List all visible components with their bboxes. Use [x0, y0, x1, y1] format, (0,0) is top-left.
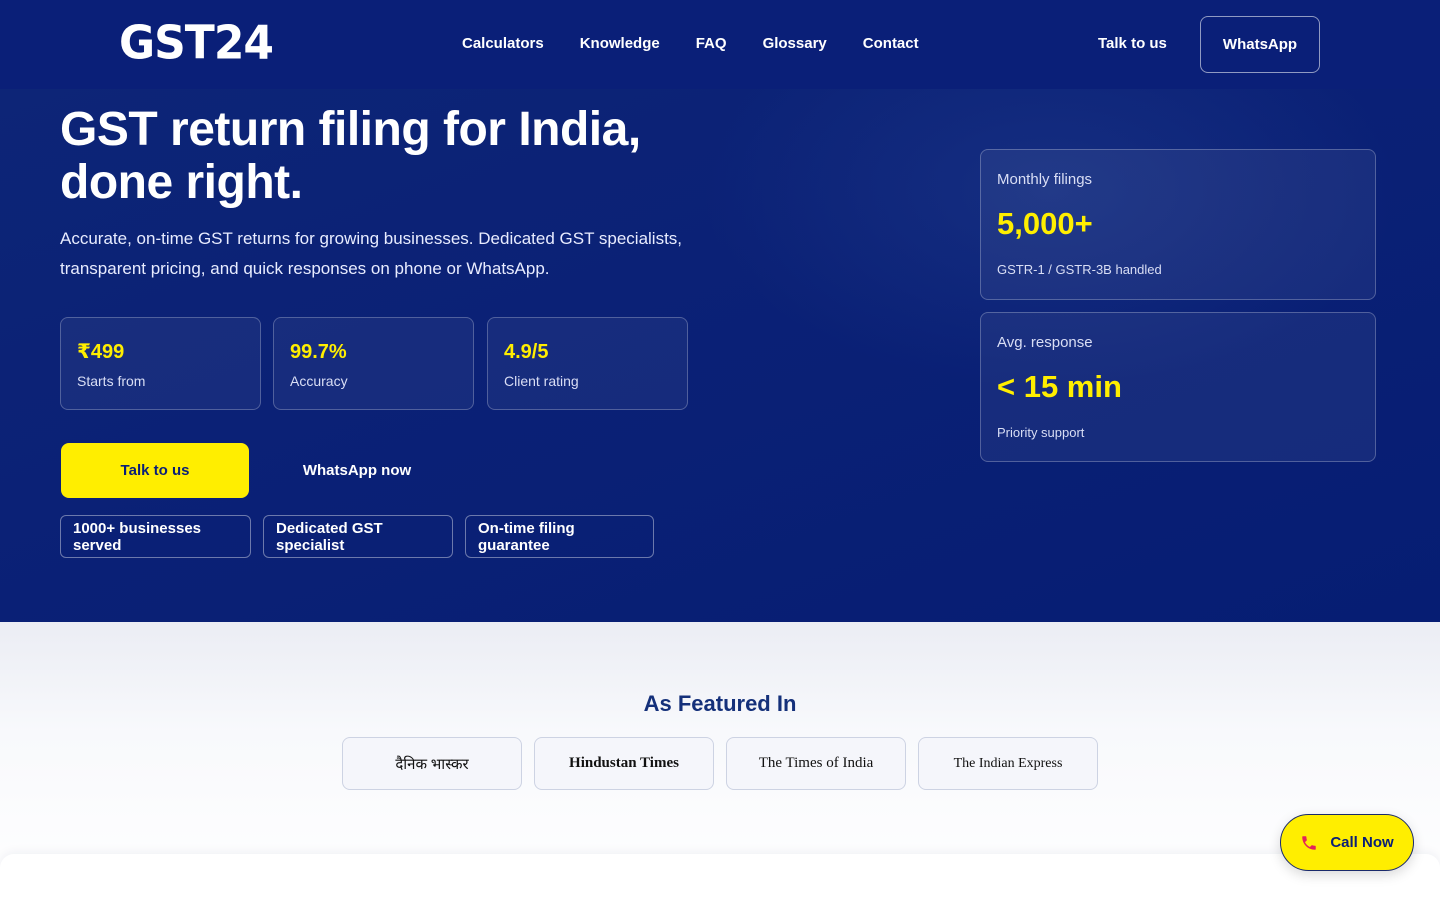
- hero-title-line1: GST return filing for India,: [60, 103, 641, 156]
- stat-value: ₹499: [77, 341, 125, 363]
- card-value: 5,000+: [997, 206, 1093, 241]
- nav-calculators[interactable]: Calculators: [462, 34, 544, 54]
- featured-section: As Featured In दैनिक भास्कर Hindustan Ti…: [0, 622, 1440, 900]
- call-now-label: Call Now: [1330, 834, 1394, 851]
- hero-section: GST return filing for India, done right.…: [0, 89, 1440, 622]
- stat-rating: 4.9/5 Client rating: [487, 317, 688, 410]
- card-detail: GSTR-1 / GSTR-3B handled: [997, 262, 1162, 277]
- nav-knowledge[interactable]: Knowledge: [580, 34, 660, 54]
- stat-price: ₹499 Starts from: [60, 317, 261, 410]
- stat-accuracy: 99.7% Accuracy: [273, 317, 474, 410]
- nav-contact[interactable]: Contact: [863, 34, 919, 54]
- header-talk-link[interactable]: Talk to us: [1098, 34, 1167, 54]
- hero-subtitle: Accurate, on-time GST returns for growin…: [60, 229, 683, 278]
- site-header: GST24 Calculators Knowledge FAQ Glossary…: [0, 0, 1440, 89]
- next-section-panel: [0, 854, 1440, 900]
- header-whatsapp-button[interactable]: WhatsApp: [1200, 16, 1320, 73]
- chip-businesses-served: 1000+ businesses served: [60, 515, 251, 558]
- press-logo-times-of-india: The Times of India: [726, 737, 906, 790]
- avg-response-card: Avg. response < 15 min Priority support: [980, 312, 1376, 462]
- card-key: Monthly filings: [997, 171, 1093, 188]
- hero-title-line2: done right.: [60, 156, 303, 209]
- phone-icon: [1300, 834, 1318, 852]
- card-value: < 15 min: [997, 369, 1122, 404]
- nav-faq[interactable]: FAQ: [696, 34, 727, 54]
- press-logo-indian-express: The Indian Express: [918, 737, 1098, 790]
- featured-title: As Featured In: [643, 691, 797, 716]
- stat-label: Client rating: [504, 373, 579, 389]
- stat-value: 4.9/5: [504, 341, 549, 363]
- stat-label: Starts from: [77, 373, 146, 389]
- stat-label: Accuracy: [290, 373, 348, 389]
- press-logo-hindustan-times: Hindustan Times: [534, 737, 714, 790]
- main-nav: Calculators Knowledge FAQ Glossary Conta…: [462, 34, 919, 54]
- chip-dedicated-specialist: Dedicated GST specialist: [263, 515, 453, 558]
- talk-to-us-button[interactable]: Talk to us: [61, 443, 249, 498]
- whatsapp-now-button[interactable]: WhatsApp now: [268, 443, 446, 498]
- stat-value: 99.7%: [290, 341, 347, 363]
- hero-title: GST return filing for India, done right.: [60, 103, 780, 209]
- chip-on-time-guarantee: On-time filing guarantee: [465, 515, 654, 558]
- nav-glossary[interactable]: Glossary: [763, 34, 827, 54]
- card-detail: Priority support: [997, 425, 1085, 440]
- logo[interactable]: GST24: [119, 18, 274, 69]
- monthly-filings-card: Monthly filings 5,000+ GSTR-1 / GSTR-3B …: [980, 149, 1376, 300]
- card-key: Avg. response: [997, 334, 1093, 351]
- press-logo-dainik-bhaskar: दैनिक भास्कर: [342, 737, 522, 790]
- call-now-button[interactable]: Call Now: [1280, 814, 1414, 871]
